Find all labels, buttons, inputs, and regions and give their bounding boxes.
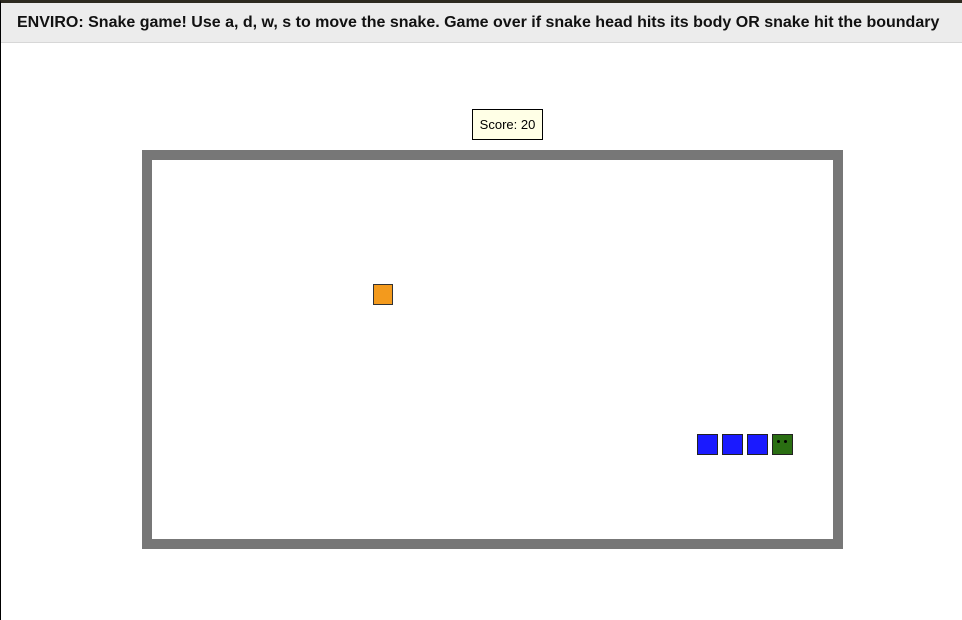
snake-body-segment — [697, 434, 718, 455]
snake-head — [772, 434, 793, 455]
snake-eye — [777, 440, 780, 443]
score-display: Score: 20 — [472, 109, 543, 140]
snake-body-segment — [722, 434, 743, 455]
game-page: ENVIRO: Snake game! Use a, d, w, s to mo… — [0, 0, 962, 620]
food-item — [373, 284, 393, 305]
instructions-banner: ENVIRO: Snake game! Use a, d, w, s to mo… — [1, 3, 962, 43]
snake-eye — [784, 440, 787, 443]
snake-body-segment — [747, 434, 768, 455]
game-board[interactable] — [142, 150, 843, 549]
